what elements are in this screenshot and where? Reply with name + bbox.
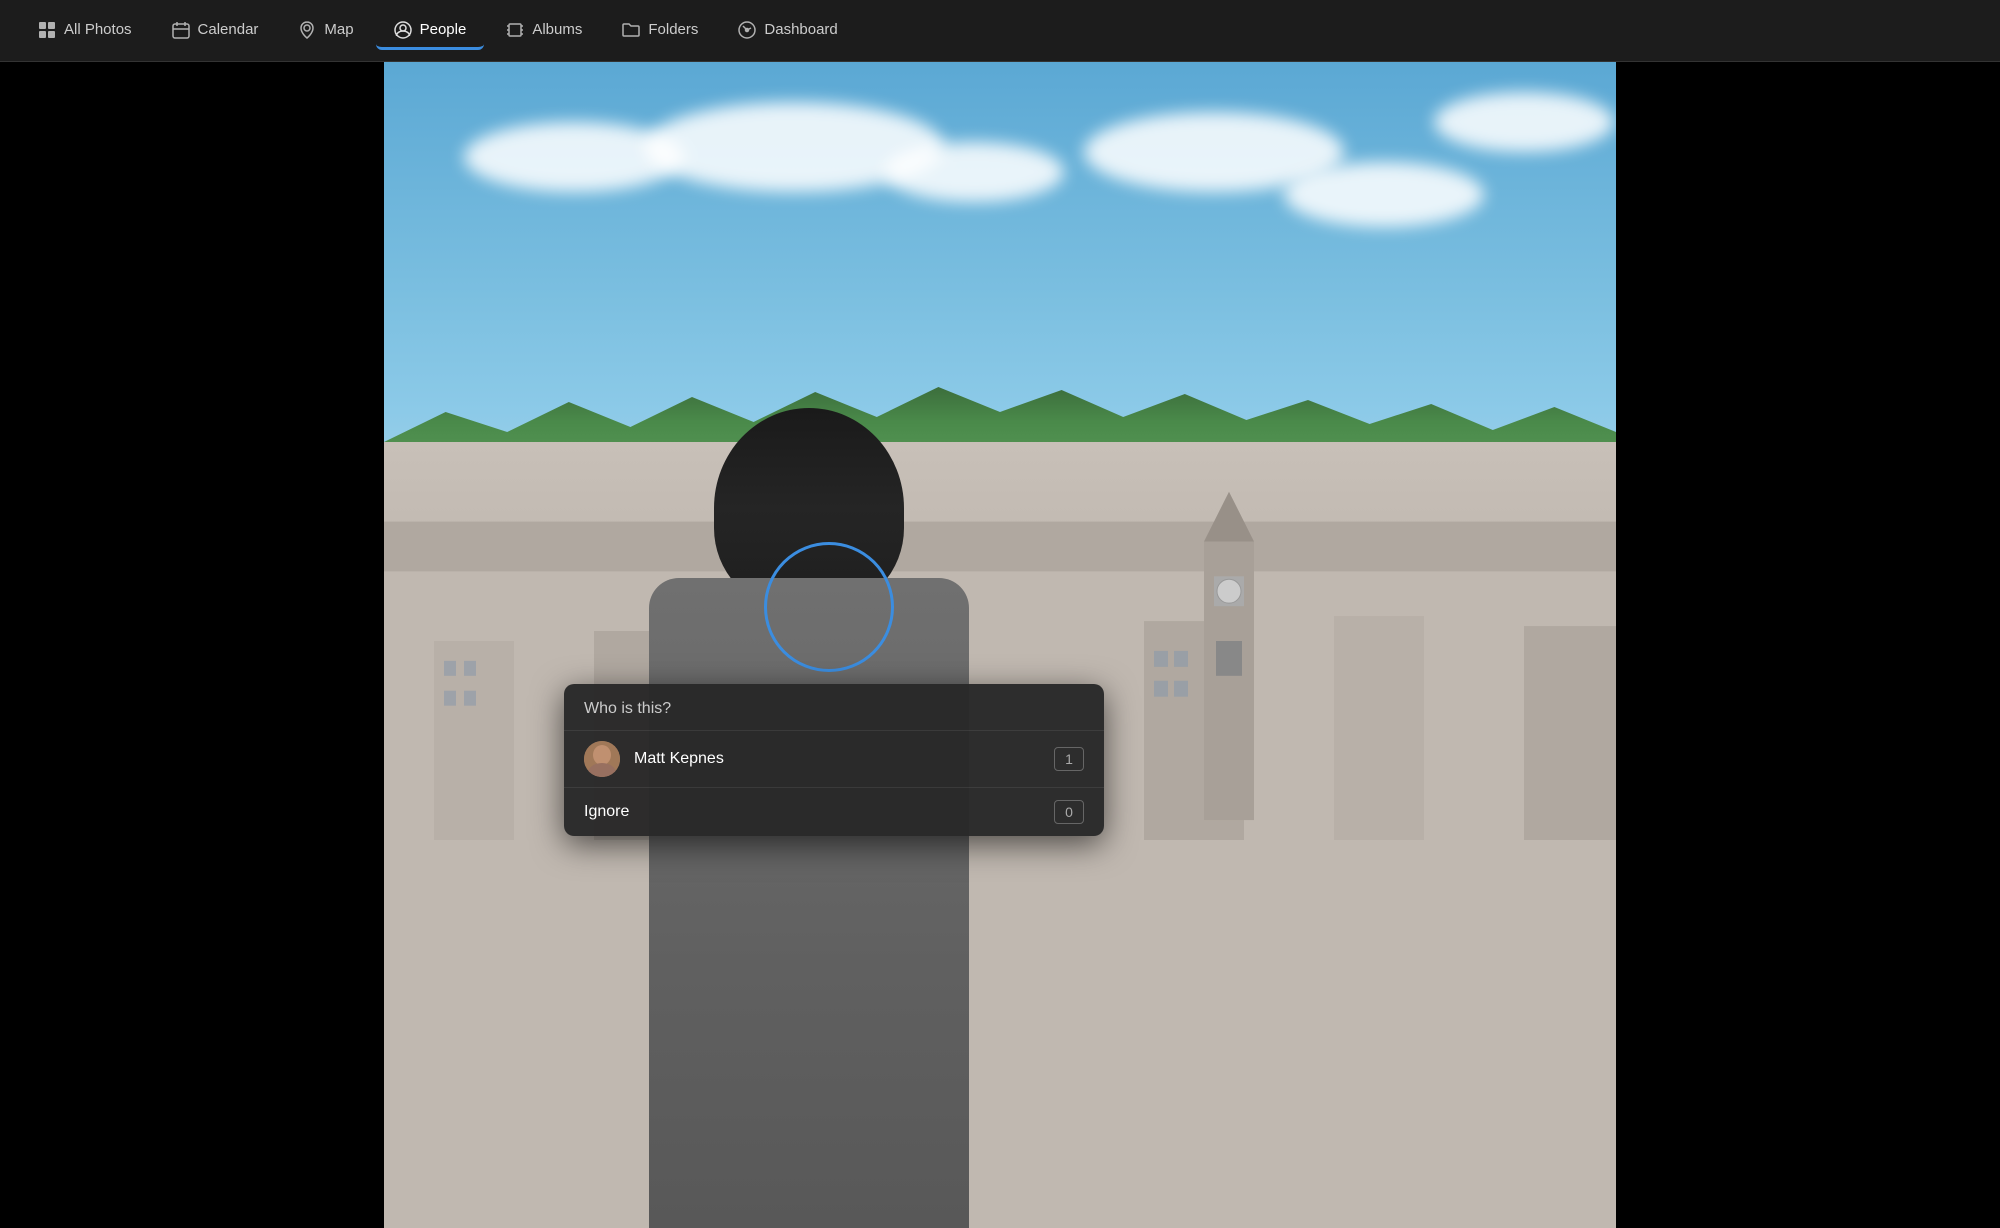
nav-map[interactable]: Map: [280, 13, 371, 50]
who-option-ignore[interactable]: Ignore 0: [564, 787, 1104, 836]
nav-people-label: People: [420, 21, 467, 38]
dashboard-icon: [738, 21, 756, 39]
nav-calendar-label: Calendar: [198, 21, 259, 38]
photo-container: Who is this? Matt Kepnes 1 Ignore 0: [384, 62, 1616, 1228]
nav-dashboard[interactable]: Dashboard: [720, 13, 855, 50]
person-figure: [584, 528, 1034, 1228]
map-pin-icon: [298, 21, 316, 39]
who-header-text: Who is this?: [584, 700, 671, 717]
cloud-6: [1434, 92, 1614, 152]
grid-icon: [38, 21, 56, 39]
person-circle-icon: [394, 21, 412, 39]
person-body: [649, 578, 969, 1228]
matt-avatar: [584, 741, 620, 777]
ignore-count: 0: [1054, 800, 1084, 824]
nav-people[interactable]: People: [376, 13, 485, 50]
who-popup-header: Who is this?: [564, 684, 1104, 730]
cloud-5: [1284, 162, 1484, 227]
nav-all-photos[interactable]: All Photos: [20, 13, 150, 50]
ignore-label: Ignore: [584, 803, 1054, 821]
nav-dashboard-label: Dashboard: [764, 21, 837, 38]
navbar: All Photos Calendar Map People A: [0, 0, 2000, 62]
albums-icon: [506, 21, 524, 39]
matt-avatar-image: [584, 741, 620, 777]
who-option-matt[interactable]: Matt Kepnes 1: [564, 730, 1104, 787]
nav-folders[interactable]: Folders: [604, 13, 716, 50]
nav-map-label: Map: [324, 21, 353, 38]
nav-all-photos-label: All Photos: [64, 21, 132, 38]
folder-icon: [622, 21, 640, 39]
nav-calendar[interactable]: Calendar: [154, 13, 277, 50]
who-is-this-popup: Who is this? Matt Kepnes 1 Ignore 0: [564, 684, 1104, 836]
matt-kepnes-count: 1: [1054, 747, 1084, 771]
nav-albums[interactable]: Albums: [488, 13, 600, 50]
calendar-icon: [172, 21, 190, 39]
main-content: Who is this? Matt Kepnes 1 Ignore 0: [0, 62, 2000, 1228]
nav-albums-label: Albums: [532, 21, 582, 38]
cloud-3: [884, 142, 1064, 202]
nav-folders-label: Folders: [648, 21, 698, 38]
matt-kepnes-name: Matt Kepnes: [634, 750, 1054, 768]
